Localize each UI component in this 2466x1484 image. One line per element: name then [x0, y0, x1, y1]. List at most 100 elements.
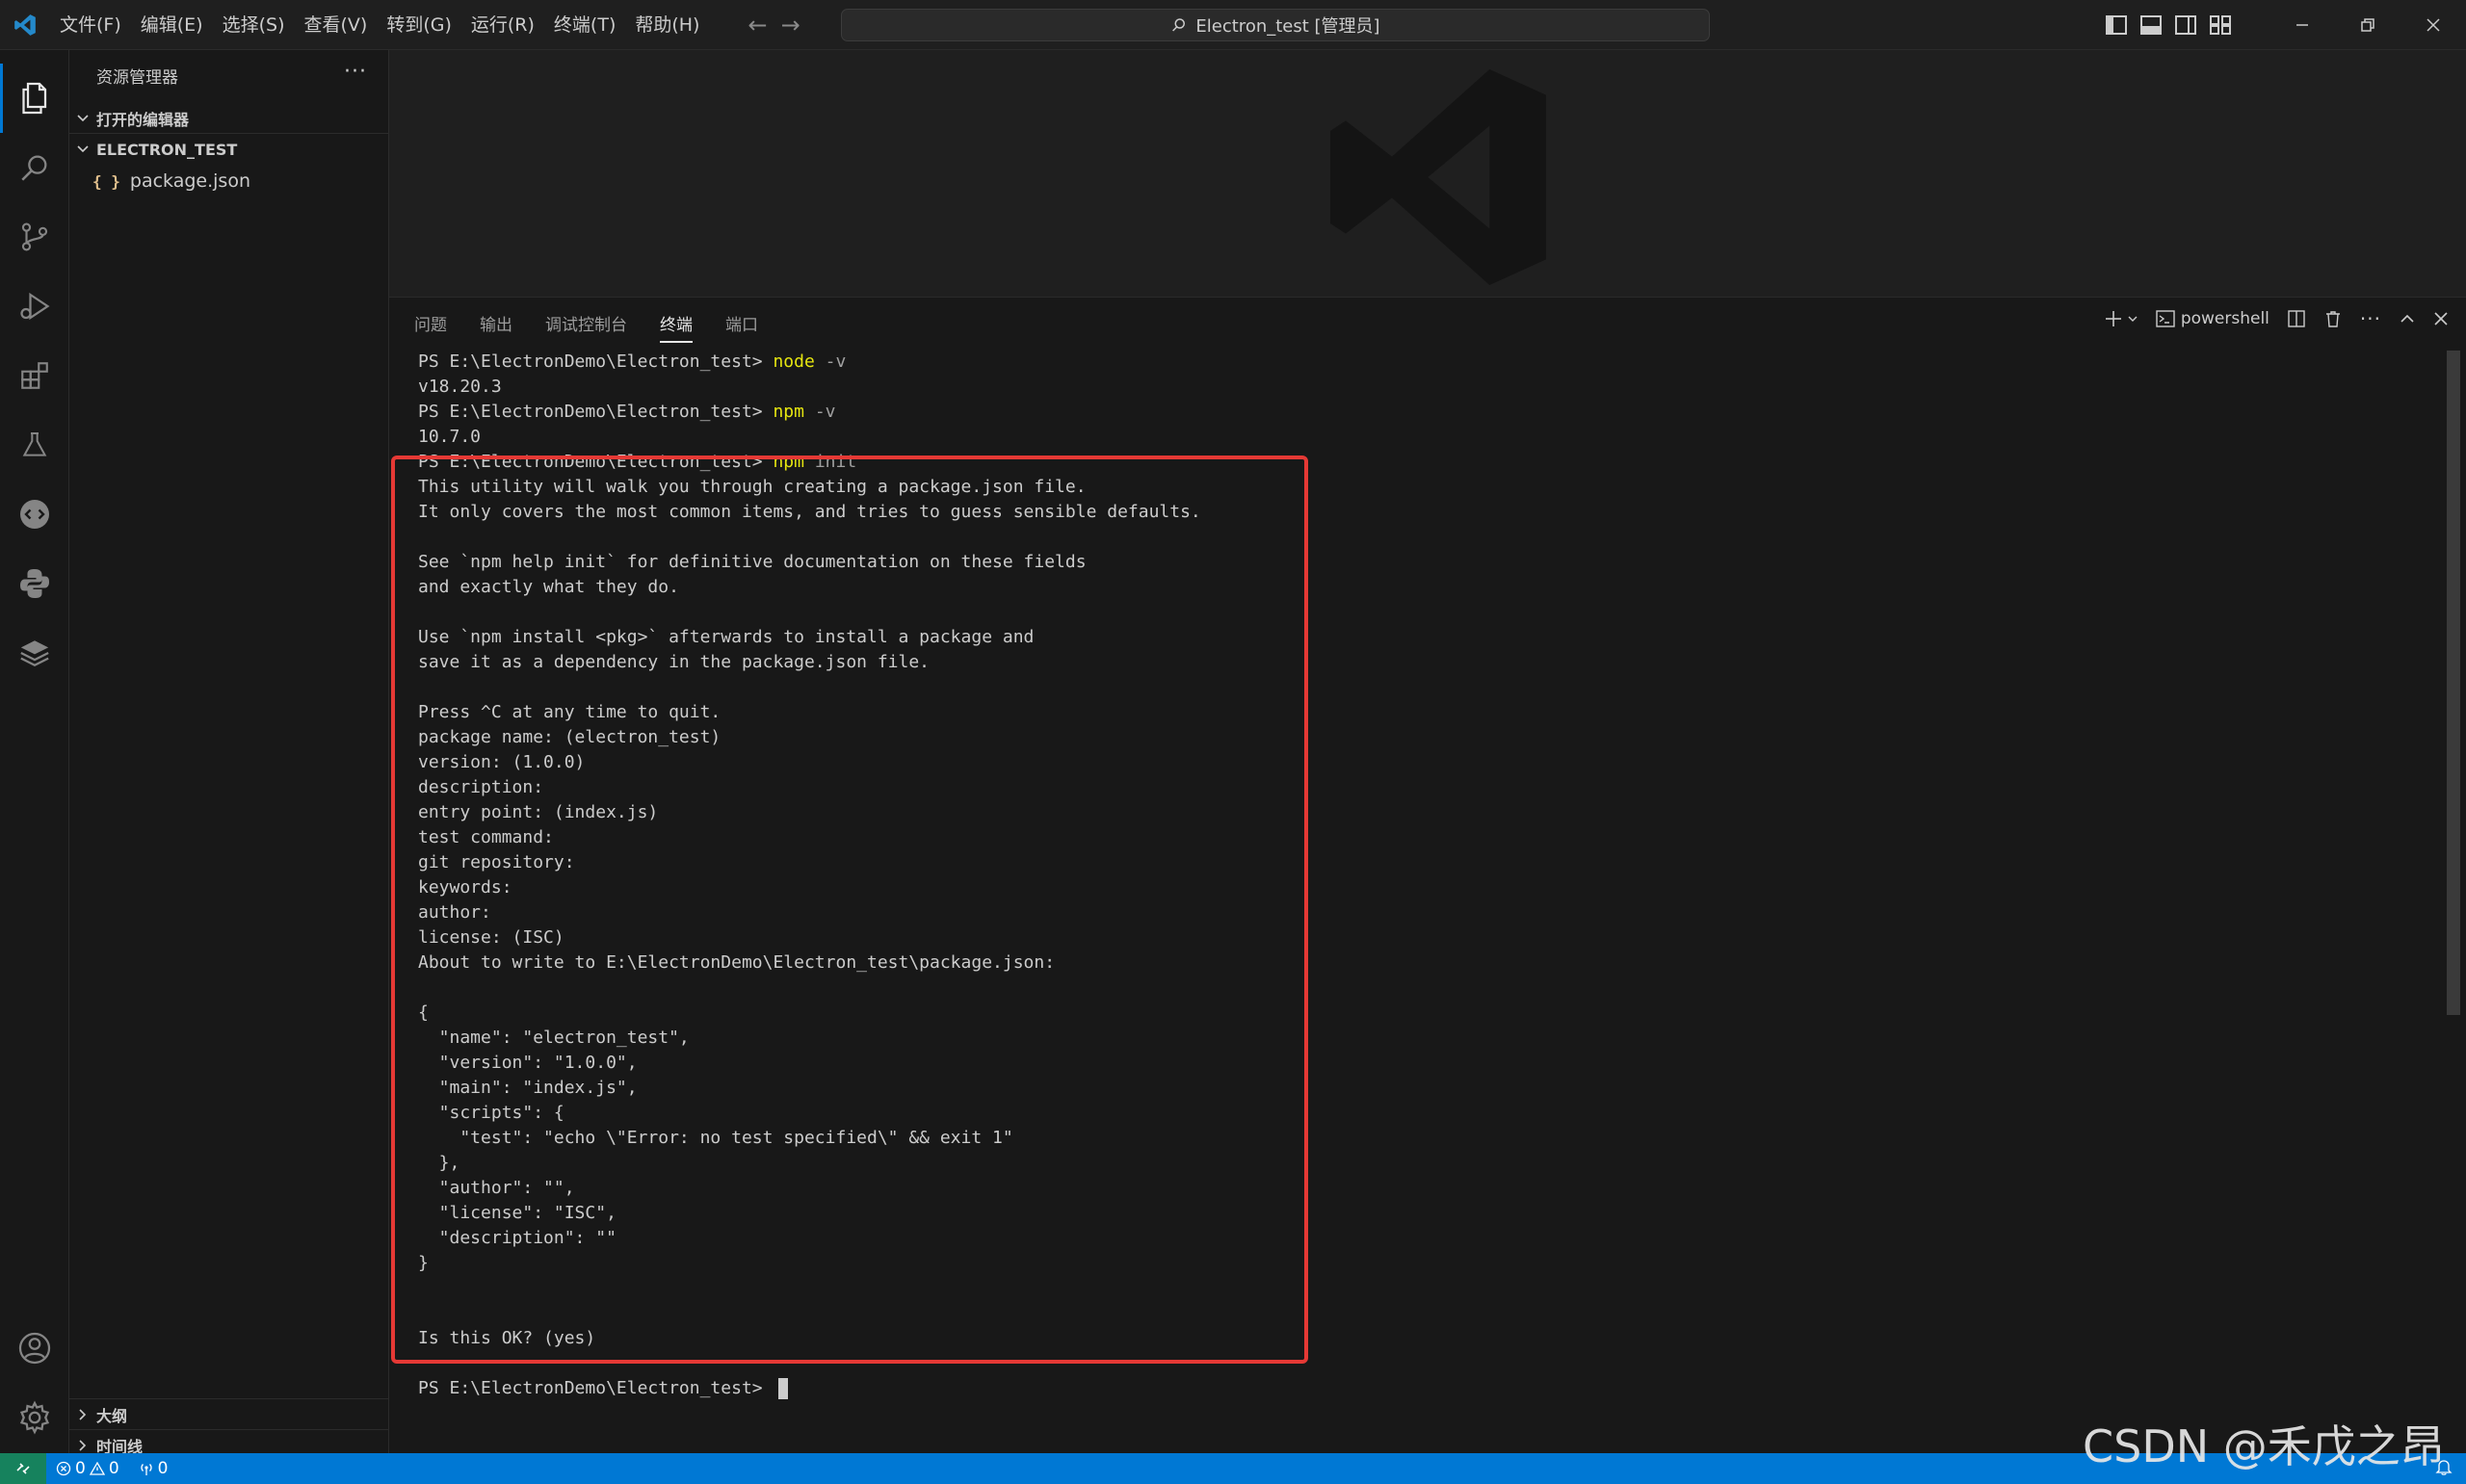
terminal-output[interactable]: PS E:\ElectronDemo\Electron_test> node -… [418, 350, 1201, 1401]
trash-icon[interactable] [2323, 309, 2343, 328]
toggle-panel-icon[interactable] [2140, 15, 2162, 35]
run-debug-icon [20, 292, 50, 321]
folder-section[interactable]: ELECTRON_TEST [69, 135, 389, 164]
terminal-cursor [778, 1378, 789, 1399]
toggle-secondary-sidebar-icon[interactable] [2175, 15, 2196, 35]
terminal-line: Use `npm install <pkg>` afterwards to in… [418, 625, 1201, 650]
terminal-line: It only covers the most common items, an… [418, 500, 1201, 525]
ports-indicator[interactable]: 0 [129, 1459, 178, 1478]
terminal-argument: -v [814, 351, 847, 372]
customize-layout-icon[interactable] [2210, 15, 2231, 35]
tab-debug-console[interactable]: 调试控制台 [545, 311, 627, 343]
terminal-line: "version": "1.0.0", [418, 1051, 1201, 1076]
more-actions-icon[interactable]: ··· [2360, 307, 2381, 330]
terminal-text: author: [418, 902, 491, 923]
problems-indicator[interactable]: 0 0 [46, 1459, 129, 1478]
explorer-button[interactable] [0, 64, 69, 133]
search-view-button[interactable] [0, 133, 69, 202]
terminal-text: } [418, 1253, 429, 1273]
split-terminal-icon[interactable] [2287, 309, 2306, 328]
flask-icon [22, 432, 47, 456]
terminal-line: PS E:\ElectronDemo\Electron_test> node -… [418, 350, 1201, 375]
menu-bar: 文件(F) 编辑(E) 选择(S) 查看(V) 转到(G) 运行(R) 终端(T… [50, 0, 709, 50]
tab-problems[interactable]: 问题 [414, 311, 447, 343]
python-button[interactable] [0, 549, 69, 618]
tab-ports[interactable]: 端口 [725, 311, 758, 343]
testing-button[interactable] [0, 410, 69, 480]
minimize-button[interactable] [2269, 0, 2335, 50]
menu-terminal[interactable]: 终端(T) [544, 0, 625, 50]
toggle-primary-sidebar-icon[interactable] [2106, 15, 2127, 35]
explorer-sidebar: 资源管理器 ··· 打开的编辑器 ELECTRON_TEST { } packa… [69, 50, 389, 1456]
chevron-up-icon[interactable] [2399, 310, 2416, 327]
restore-button[interactable] [2335, 0, 2400, 50]
terminal-text: git repository: [418, 852, 575, 872]
terminal-text: "main": "index.js", [418, 1078, 638, 1098]
terminal-line: This utility will walk you through creat… [418, 475, 1201, 500]
warning-icon [89, 1461, 105, 1475]
terminal-line: save it as a dependency in the package.j… [418, 650, 1201, 675]
terminal-line: description: [418, 775, 1201, 800]
terminal-text: Use `npm install <pkg>` afterwards to in… [418, 627, 1035, 647]
terminal-line: author: [418, 900, 1201, 925]
more-actions-icon[interactable]: ··· [344, 60, 367, 84]
terminal-text: "name": "electron_test", [418, 1028, 690, 1048]
error-icon [56, 1461, 71, 1476]
remote-indicator[interactable] [0, 1453, 46, 1484]
terminal-text: keywords: [418, 877, 512, 898]
terminal-selector[interactable]: powershell [2156, 309, 2269, 328]
panel-tabs: 问题 输出 调试控制台 终端 端口 [414, 311, 758, 343]
terminal-line: and exactly what they do. [418, 575, 1201, 600]
search-icon [1172, 18, 1186, 32]
new-terminal-button[interactable] [2104, 309, 2138, 328]
extensions-button[interactable] [0, 341, 69, 410]
manage-button[interactable] [0, 1383, 69, 1452]
terminal-text: "test": "echo \"Error: no test specified… [418, 1128, 1013, 1148]
layers-button[interactable] [0, 618, 69, 688]
close-window-button[interactable] [2400, 0, 2466, 50]
code-chat-button[interactable] [0, 480, 69, 549]
chevron-right-icon [69, 1439, 96, 1452]
vscode-watermark-icon [1330, 69, 1546, 285]
terminal-prompt: PS E:\ElectronDemo\Electron_test> [418, 452, 774, 472]
menu-view[interactable]: 查看(V) [295, 0, 378, 50]
warning-count: 0 [108, 1459, 119, 1478]
account-icon [18, 1332, 51, 1365]
error-count: 0 [75, 1459, 86, 1478]
terminal-text: "author": "", [418, 1178, 575, 1198]
terminal-argument: -v [803, 402, 836, 422]
terminal-text: "description": "" [418, 1228, 616, 1248]
menu-file[interactable]: 文件(F) [50, 0, 131, 50]
terminal-text: package name: (electron_test) [418, 727, 721, 747]
forward-arrow-icon[interactable]: → [781, 12, 800, 39]
file-item-package-json[interactable]: { } package.json [69, 166, 389, 196]
terminal-line: About to write to E:\ElectronDemo\Electr… [418, 950, 1201, 976]
terminal-line: Press ^C at any time to quit. [418, 700, 1201, 725]
terminal-text: See `npm help init` for definitive docum… [418, 552, 1087, 572]
terminal-text: About to write to E:\ElectronDemo\Electr… [418, 952, 1056, 973]
accounts-button[interactable] [0, 1314, 69, 1383]
close-icon[interactable] [2433, 311, 2449, 326]
activity-bar [0, 50, 69, 1453]
source-control-button[interactable] [0, 202, 69, 272]
menu-run[interactable]: 运行(R) [461, 0, 544, 50]
python-icon [20, 569, 49, 598]
run-debug-button[interactable] [0, 272, 69, 341]
back-arrow-icon[interactable]: ← [748, 12, 767, 39]
outline-section[interactable]: 大纲 [69, 1400, 389, 1429]
json-file-icon: { } [92, 171, 120, 191]
menu-help[interactable]: 帮助(H) [625, 0, 709, 50]
menu-selection[interactable]: 选择(S) [213, 0, 295, 50]
menu-go[interactable]: 转到(G) [377, 0, 461, 50]
terminal-text: Is this OK? (yes) [418, 1328, 596, 1348]
tab-terminal[interactable]: 终端 [660, 311, 693, 343]
command-center-search[interactable]: Electron_test [管理员] [841, 9, 1710, 41]
terminal-scrollbar[interactable] [2447, 351, 2460, 1015]
open-editors-section[interactable]: 打开的编辑器 [69, 104, 389, 133]
menu-edit[interactable]: 编辑(E) [131, 0, 213, 50]
terminal-text: }, [418, 1153, 460, 1173]
tab-output[interactable]: 输出 [480, 311, 512, 343]
